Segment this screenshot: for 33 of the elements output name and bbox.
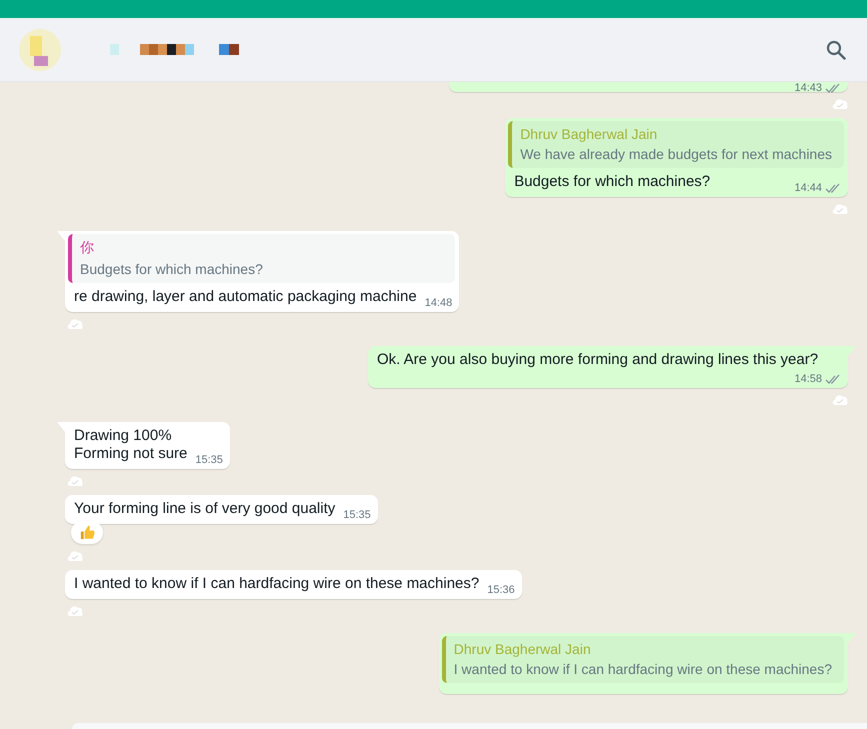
message-text: Your forming line is of very good quality <box>74 500 336 518</box>
quoted-text: We have already made budgets for next machines <box>520 146 832 162</box>
quoted-text: Budgets for which machines? <box>80 261 264 277</box>
reaction-button-icon[interactable] <box>832 97 848 109</box>
message-text: I wanted to know if I can hardfacing wire on these machines? <box>74 575 480 593</box>
quoted-message[interactable]: Dhruv Bagherwal Jain I wanted to know if I can hardfacing wire on these machines? <box>442 636 844 683</box>
quoted-author: 你 <box>80 239 95 257</box>
quoted-message[interactable]: 你 Budgets for which machines? <box>68 234 456 283</box>
quoted-author: Dhruv Bagherwal Jain <box>454 641 592 657</box>
reaction-button-icon[interactable] <box>67 474 83 486</box>
reaction-button-icon[interactable] <box>67 317 83 329</box>
message-text: Drawing 100% Forming not sure <box>74 427 188 463</box>
quoted-text: I wanted to know if I can hardfacing wire on these machines? <box>454 661 832 677</box>
message-time: 14:43 <box>794 82 822 94</box>
quoted-author: Dhruv Bagherwal Jain <box>520 126 658 142</box>
message-time: 15:36 <box>487 584 515 596</box>
message-time: 15:35 <box>195 454 223 466</box>
reaction-button-icon[interactable] <box>67 604 83 616</box>
message-time: 14:58 <box>794 373 822 385</box>
message-text: re drawing, layer and automatic packaging machine <box>74 288 417 306</box>
message-time: 14:44 <box>794 182 822 194</box>
reaction-button-icon[interactable] <box>67 549 83 561</box>
message-time: 14:48 <box>424 297 452 309</box>
quoted-message[interactable]: Dhruv Bagherwal Jain We have already made budgets for next machines <box>508 121 844 168</box>
message-text: Ok. Are you also buying more forming and drawing lines this year? <box>377 351 820 369</box>
reaction-button-icon[interactable] <box>832 393 848 405</box>
reaction-chip[interactable] <box>71 521 103 544</box>
reaction-button-icon[interactable] <box>832 202 848 214</box>
message-text: Budgets for which machines? <box>514 173 712 191</box>
search-icon[interactable] <box>826 40 846 60</box>
avatar-placeholder[interactable] <box>18 28 62 72</box>
message-time: 15:35 <box>343 509 371 521</box>
thumbs-up-icon <box>78 524 96 541</box>
